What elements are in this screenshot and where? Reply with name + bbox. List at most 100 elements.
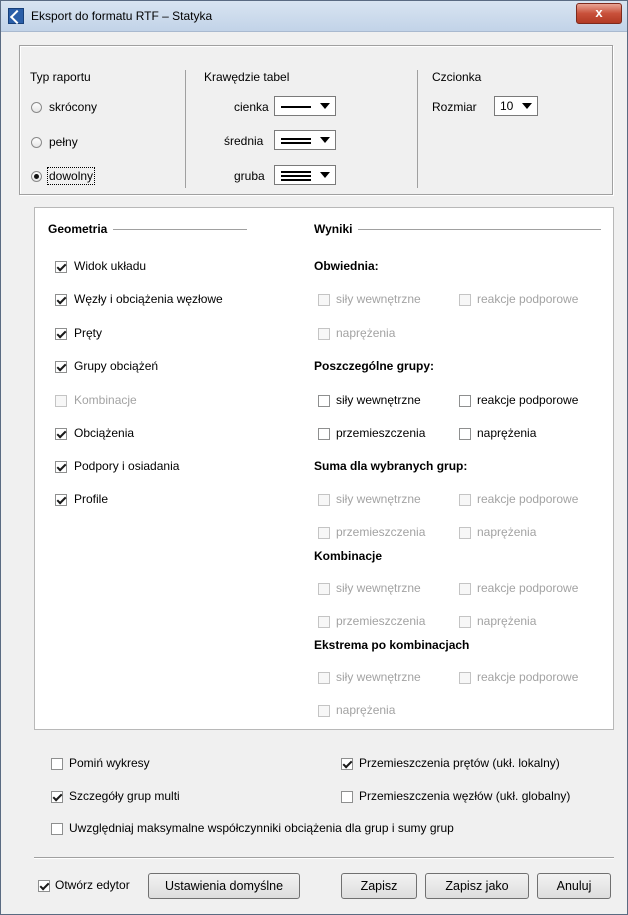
envelope-checkbox-stresses[interactable] (318, 328, 330, 340)
separator-2 (417, 70, 418, 188)
extremes-title: Ekstrema po kombinacjach (314, 638, 470, 652)
font-size-value: 10 (500, 99, 514, 113)
separator-1 (185, 70, 186, 188)
sum-checkbox-internal-forces[interactable] (318, 494, 330, 506)
extr-label-internal-forces[interactable]: siły wewnętrzne (336, 670, 421, 684)
comb-label-stresses[interactable]: naprężenia (477, 614, 536, 628)
comb-label-displacements[interactable]: przemieszczenia (336, 614, 425, 628)
multi-group-details-checkbox[interactable] (51, 791, 63, 803)
save-as-button[interactable]: Zapisz jako (425, 873, 529, 899)
groups-label-reactions[interactable]: reakcje podporowe (477, 393, 578, 407)
extr-label-reactions[interactable]: reakcje podporowe (477, 670, 578, 684)
comb-checkbox-reactions[interactable] (459, 583, 471, 595)
envelope-checkbox-internal-forces[interactable] (318, 294, 330, 306)
bar-displacements-label[interactable]: Przemieszczenia prętów (ukł. lokalny) (359, 756, 560, 770)
window-title: Eksport do formatu RTF – Statyka (31, 9, 213, 23)
extr-label-stresses[interactable]: naprężenia (336, 703, 395, 717)
chevron-down-icon (320, 137, 330, 143)
edge-thin-combo[interactable] (274, 96, 336, 116)
geometry-label-bars[interactable]: Pręty (74, 326, 102, 340)
report-type-custom-radio[interactable] (31, 171, 42, 182)
report-type-header: Typ raportu (30, 70, 91, 84)
geometry-checkbox-combinations[interactable] (55, 395, 67, 407)
edge-thick-combo[interactable] (274, 165, 336, 185)
cancel-button[interactable]: Anuluj (537, 873, 611, 899)
top-settings-panel: Typ raportu skrócony pełny dowolny Krawę… (19, 45, 613, 195)
sum-label-stresses[interactable]: naprężenia (477, 525, 536, 539)
sum-label-displacements[interactable]: przemieszczenia (336, 525, 425, 539)
save-button[interactable]: Zapisz (341, 873, 417, 899)
geometry-label-combinations[interactable]: Kombinacje (74, 393, 137, 407)
geometry-checkbox-nodes[interactable] (55, 294, 67, 306)
edge-medium-combo[interactable] (274, 130, 336, 150)
geometry-checkbox-profiles[interactable] (55, 494, 67, 506)
thin-line-sample (281, 106, 311, 108)
max-factors-checkbox[interactable] (51, 823, 63, 835)
sum-checkbox-reactions[interactable] (459, 494, 471, 506)
report-type-full-radio[interactable] (31, 137, 42, 148)
edge-thick-label: gruba (234, 169, 265, 183)
groups-label-internal-forces[interactable]: siły wewnętrzne (336, 393, 421, 407)
groups-label-stresses[interactable]: naprężenia (477, 426, 536, 440)
geometry-checkbox-supports[interactable] (55, 461, 67, 473)
envelope-label-internal-forces[interactable]: siły wewnętrzne (336, 292, 421, 306)
sum-label-reactions[interactable]: reakcje podporowe (477, 492, 578, 506)
edge-thin-label: cienka (234, 100, 269, 114)
groups-checkbox-displacements[interactable] (318, 428, 330, 440)
chevron-down-icon (320, 103, 330, 109)
close-button[interactable]: x (576, 3, 622, 24)
groups-label-displacements[interactable]: przemieszczenia (336, 426, 425, 440)
sum-groups-title: Suma dla wybranych grup: (314, 459, 468, 473)
node-displacements-checkbox[interactable] (341, 791, 353, 803)
extr-checkbox-reactions[interactable] (459, 672, 471, 684)
multi-group-details-label[interactable]: Szczegóły grup multi (69, 789, 180, 803)
sum-checkbox-stresses[interactable] (459, 527, 471, 539)
groups-checkbox-internal-forces[interactable] (318, 395, 330, 407)
geometry-label-nodes[interactable]: Węzły i obciążenia węzłowe (74, 292, 223, 306)
thick-line-sample-1 (281, 171, 311, 173)
content-panel: Geometria Widok układu Węzły i obciążeni… (34, 207, 614, 730)
envelope-title: Obwiednia: (314, 259, 379, 273)
envelope-label-reactions[interactable]: reakcje podporowe (477, 292, 578, 306)
sum-checkbox-displacements[interactable] (318, 527, 330, 539)
individual-groups-title: Poszczególne grupy: (314, 359, 435, 373)
extr-checkbox-internal-forces[interactable] (318, 672, 330, 684)
thick-line-sample-2 (281, 175, 311, 177)
font-size-combo[interactable]: 10 (494, 96, 538, 116)
geometry-label-supports[interactable]: Podpory i osiadania (74, 459, 179, 473)
geometry-label-profiles[interactable]: Profile (74, 492, 108, 506)
bar-displacements-checkbox[interactable] (341, 758, 353, 770)
comb-checkbox-displacements[interactable] (318, 616, 330, 628)
report-type-short-radio[interactable] (31, 102, 42, 113)
groups-checkbox-stresses[interactable] (459, 428, 471, 440)
max-factors-label[interactable]: Uwzględniaj maksymalne współczynniki obc… (69, 821, 454, 835)
groups-checkbox-reactions[interactable] (459, 395, 471, 407)
geometry-label-load-groups[interactable]: Grupy obciążeń (74, 359, 158, 373)
skip-charts-label[interactable]: Pomiń wykresy (69, 756, 150, 770)
geometry-checkbox-bars[interactable] (55, 328, 67, 340)
comb-label-internal-forces[interactable]: siły wewnętrzne (336, 581, 421, 595)
comb-checkbox-stresses[interactable] (459, 616, 471, 628)
extr-checkbox-stresses[interactable] (318, 705, 330, 717)
defaults-button[interactable]: Ustawienia domyślne (148, 873, 300, 899)
geometry-checkbox-loads[interactable] (55, 428, 67, 440)
envelope-checkbox-reactions[interactable] (459, 294, 471, 306)
comb-checkbox-internal-forces[interactable] (318, 583, 330, 595)
envelope-label-stresses[interactable]: naprężenia (336, 326, 395, 340)
skip-charts-checkbox[interactable] (51, 758, 63, 770)
geometry-label-loads[interactable]: Obciążenia (74, 426, 134, 440)
sum-label-internal-forces[interactable]: siły wewnętrzne (336, 492, 421, 506)
node-displacements-label[interactable]: Przemieszczenia węzłów (ukł. globalny) (359, 789, 570, 803)
report-type-custom-label[interactable]: dowolny (46, 167, 96, 185)
comb-label-reactions[interactable]: reakcje podporowe (477, 581, 578, 595)
geometry-label-layout[interactable]: Widok układu (74, 259, 146, 273)
open-editor-checkbox[interactable] (38, 880, 50, 892)
font-size-label: Rozmiar (432, 100, 477, 114)
geometry-checkbox-load-groups[interactable] (55, 361, 67, 373)
open-editor-label[interactable]: Otwórz edytor (55, 878, 130, 892)
table-edges-header: Krawędzie tabel (204, 70, 290, 84)
report-type-short-label[interactable]: skrócony (49, 100, 97, 114)
geometry-checkbox-layout[interactable] (55, 261, 67, 273)
report-type-full-label[interactable]: pełny (49, 135, 78, 149)
export-dialog: Eksport do formatu RTF – Statyka x Typ r… (0, 0, 628, 915)
